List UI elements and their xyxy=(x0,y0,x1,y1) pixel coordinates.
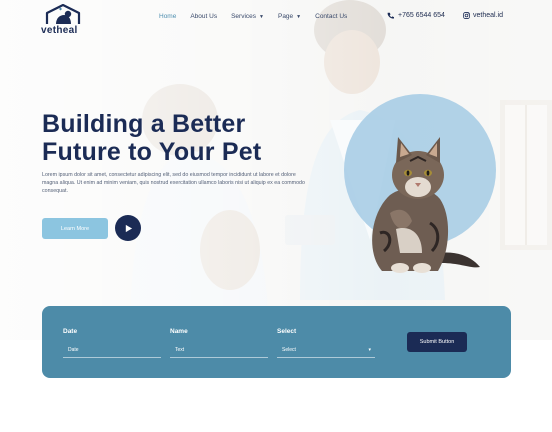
nav-home[interactable]: Home xyxy=(159,13,176,20)
play-video-button[interactable] xyxy=(115,215,141,241)
instagram-link[interactable]: vetheal.id xyxy=(463,12,503,19)
name-label: Name xyxy=(170,328,188,335)
nav-about-us[interactable]: About Us xyxy=(190,13,217,20)
phone-contact[interactable]: +765 6544 654 xyxy=(387,12,445,19)
play-icon xyxy=(125,224,132,232)
phone-icon xyxy=(387,12,394,19)
cat-illustration xyxy=(372,137,480,273)
hero-title-line2: Future to Your Pet xyxy=(42,138,262,166)
main-nav: Home About Us Services ▼ Page ▼ Contact … xyxy=(159,13,361,20)
date-field[interactable]: Date xyxy=(63,342,161,358)
date-field-value: Date xyxy=(68,346,79,353)
nav-page-label: Page xyxy=(277,13,294,20)
date-label: Date xyxy=(63,328,78,335)
nav-services-label: Services xyxy=(231,13,257,20)
hero-section xyxy=(0,0,552,340)
instagram-icon xyxy=(463,12,470,19)
chevron-down-icon: ▼ xyxy=(259,13,264,20)
name-field[interactable]: Text xyxy=(170,342,268,358)
chevron-down-icon: ▾ xyxy=(368,346,371,353)
social-handle: vetheal.id xyxy=(473,12,503,19)
hero-title: Building a Better Future to Your Pet xyxy=(42,110,332,166)
hero-title-line1: Building a Better xyxy=(42,110,246,138)
phone-number: +765 6544 654 xyxy=(398,12,445,19)
nav-contact-us[interactable]: Contact Us xyxy=(315,13,347,20)
booking-form: Date Date Name Text Select Select ▾ Subm… xyxy=(42,306,511,378)
submit-button[interactable]: Submit Button xyxy=(407,332,467,352)
logo-text: vetheal xyxy=(41,25,78,36)
nav-contact-us-label: Contact Us xyxy=(315,13,348,20)
select-dropdown[interactable]: Select ▾ xyxy=(277,342,375,358)
nav-about-us-label: About Us xyxy=(190,13,218,20)
nav-home-label: Home xyxy=(159,13,177,20)
chevron-down-icon: ▼ xyxy=(296,13,302,20)
select-dropdown-value: Select xyxy=(282,346,296,353)
learn-more-button[interactable]: Learn More xyxy=(42,218,108,239)
name-field-value: Text xyxy=(175,346,185,353)
nav-page[interactable]: Page ▼ xyxy=(278,13,301,20)
logo-house-icon xyxy=(45,4,81,24)
hero-description: Lorem ipsum dolor sit amet, consectetur … xyxy=(42,172,305,194)
select-label: Select xyxy=(277,328,297,335)
nav-services[interactable]: Services ▼ xyxy=(231,13,264,20)
logo[interactable]: vetheal xyxy=(41,4,87,36)
